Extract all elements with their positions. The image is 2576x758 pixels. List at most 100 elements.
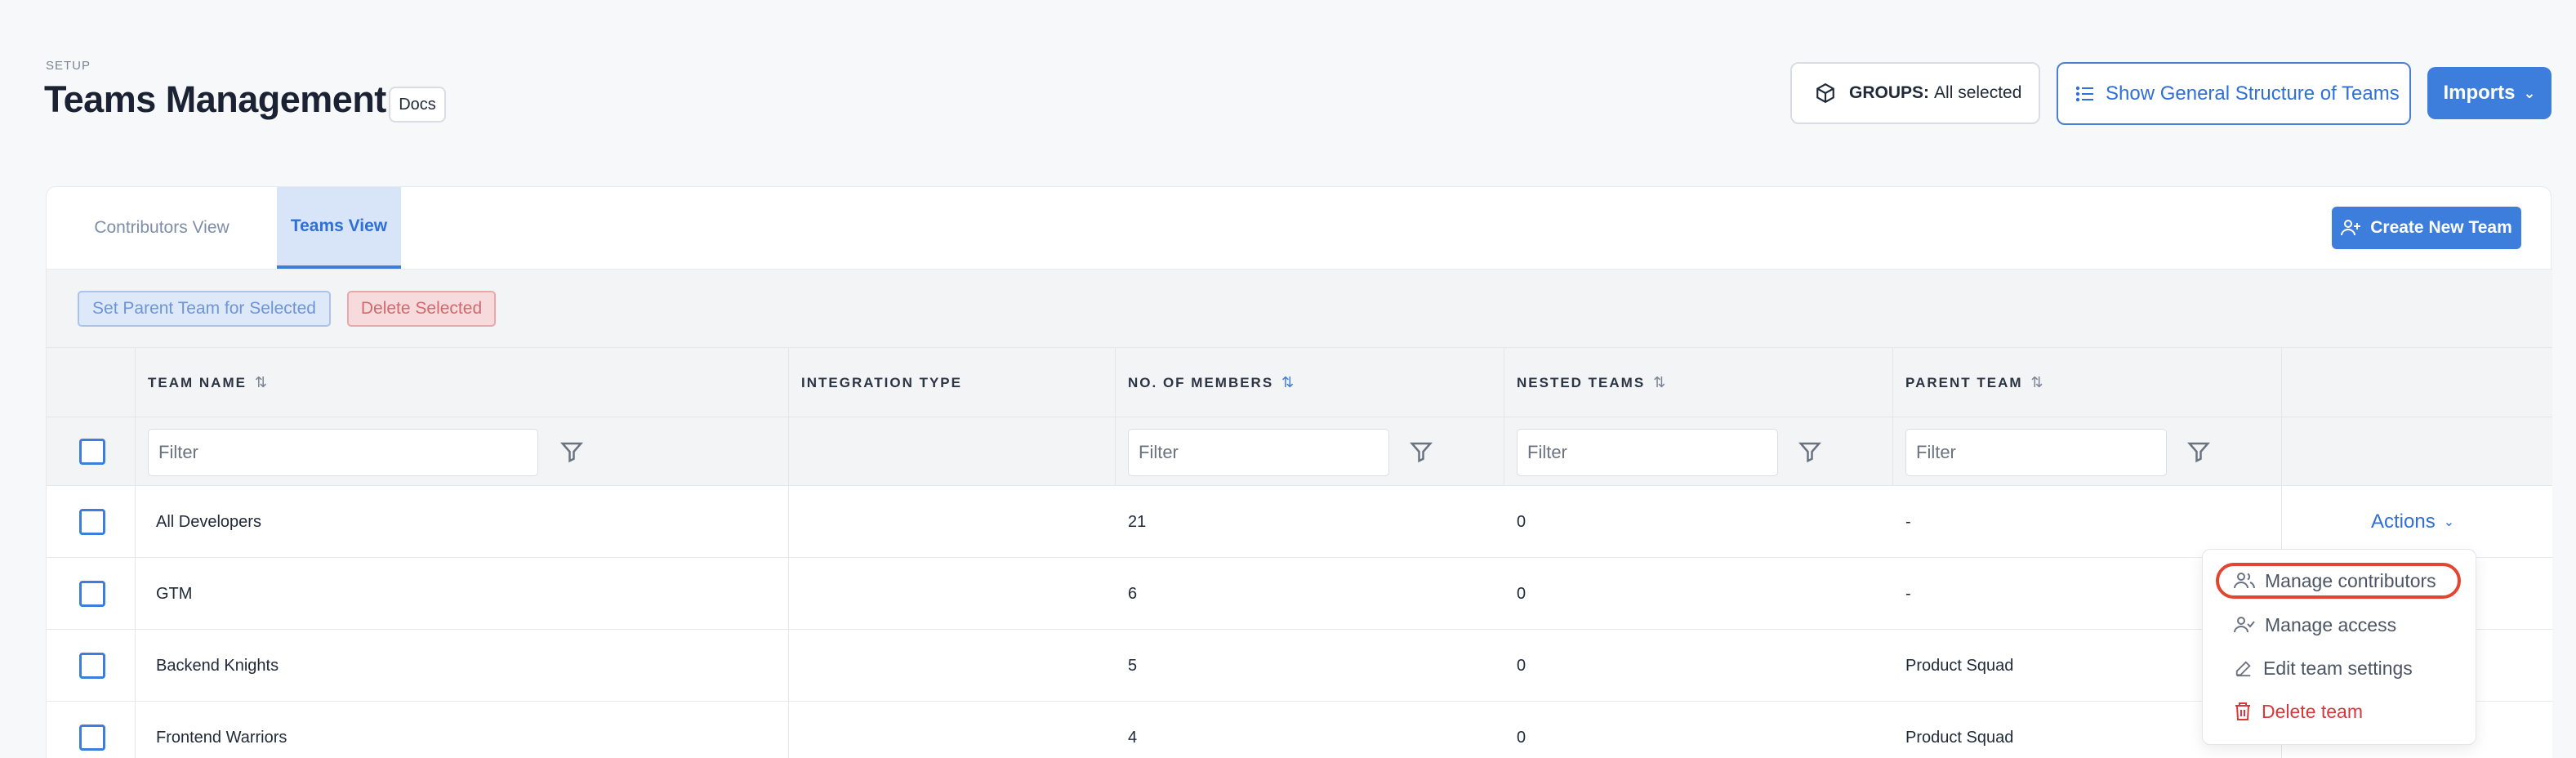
column-header-label: NESTED TEAMS (1517, 374, 1646, 390)
list-icon (2076, 86, 2093, 101)
column-divider (2281, 348, 2282, 417)
imports-button[interactable]: Imports ⌄ (2427, 67, 2551, 119)
select-all-checkbox[interactable] (79, 439, 105, 465)
parent-team-cell: Product Squad (1905, 728, 2014, 747)
column-divider (135, 558, 136, 630)
column-divider (135, 702, 136, 758)
team-name-filter-input[interactable]: Filter (148, 429, 538, 476)
table-header: TEAM NAME ⇅ INTEGRATION TYPE NO. OF MEMB… (47, 347, 2552, 417)
trash-icon (2235, 702, 2250, 720)
groups-value: All selected (1934, 83, 2022, 102)
column-header-label: TEAM NAME (148, 374, 247, 390)
show-structure-label: Show General Structure of Teams (2106, 82, 2400, 105)
parent-team-cell: - (1905, 584, 1911, 603)
column-divider (788, 348, 789, 417)
actions-label: Actions (2371, 511, 2436, 533)
column-divider (788, 702, 789, 758)
column-divider (1115, 417, 1116, 487)
cube-icon (1816, 82, 1834, 104)
column-divider (1892, 348, 1893, 417)
members-cell: 4 (1128, 728, 1138, 747)
menu-item-edit-team-settings[interactable]: Edit team settings (2217, 650, 2413, 686)
users-icon (2234, 573, 2255, 589)
table-row[interactable]: All Developers 21 0 - Actions ⌄ (47, 486, 2552, 558)
user-plus-icon (2341, 220, 2361, 236)
menu-item-manage-contributors[interactable]: Manage contributors (2217, 563, 2436, 599)
table-row[interactable]: GTM 6 0 - (47, 558, 2552, 630)
row-checkbox[interactable] (79, 725, 105, 751)
column-header-members[interactable]: NO. OF MEMBERS ⇅ (1128, 348, 1294, 417)
column-divider (1115, 348, 1116, 417)
menu-item-label: Edit team settings (2263, 657, 2413, 679)
filter-funnel-icon[interactable] (1409, 439, 1433, 465)
row-checkbox[interactable] (79, 581, 105, 607)
column-divider (788, 558, 789, 630)
delete-selected-button[interactable]: Delete Selected (347, 291, 496, 327)
groups-filter-button[interactable]: GROUPS: All selected (1790, 62, 2040, 124)
row-checkbox[interactable] (79, 653, 105, 679)
column-header-label: INTEGRATION TYPE (801, 374, 962, 390)
filter-row: Filter Filter Filter Filter (47, 417, 2552, 487)
actions-menu: Manage contributors Manage access Edit t… (2202, 549, 2476, 745)
menu-item-manage-access[interactable]: Manage access (2217, 607, 2396, 643)
members-cell: 21 (1128, 512, 1147, 531)
user-check-icon (2234, 617, 2255, 633)
column-divider (135, 348, 136, 417)
column-header-label: PARENT TEAM (1905, 374, 2023, 390)
column-divider (788, 630, 789, 702)
column-header-team-name[interactable]: TEAM NAME ⇅ (148, 348, 267, 417)
imports-label: Imports (2443, 82, 2516, 104)
team-name-cell: All Developers (156, 512, 261, 531)
chevron-down-icon: ⌄ (2523, 84, 2536, 101)
column-divider (135, 630, 136, 702)
row-actions-dropdown[interactable]: Actions ⌄ (2371, 486, 2454, 558)
filter-funnel-icon[interactable] (2186, 439, 2211, 465)
nested-teams-filter-input[interactable]: Filter (1517, 429, 1778, 476)
members-filter-input[interactable]: Filter (1128, 429, 1389, 476)
team-name-cell: GTM (156, 584, 193, 603)
filter-funnel-icon[interactable] (1798, 439, 1822, 465)
filter-funnel-icon[interactable] (559, 439, 584, 465)
column-divider (2281, 417, 2282, 487)
members-cell: 6 (1128, 584, 1138, 603)
column-divider (135, 417, 136, 487)
bulk-actions-toolbar: Set Parent Team for Selected Delete Sele… (47, 269, 2552, 347)
nested-teams-cell: 0 (1517, 584, 1526, 603)
sort-icon[interactable]: ⇅ (255, 374, 267, 391)
set-parent-team-button[interactable]: Set Parent Team for Selected (78, 291, 331, 327)
create-new-team-button[interactable]: Create New Team (2332, 207, 2521, 249)
sort-desc-icon[interactable]: ⇅ (1281, 374, 1294, 391)
menu-item-label: Manage access (2265, 613, 2397, 635)
column-divider (135, 486, 136, 558)
docs-link[interactable]: Docs (389, 87, 446, 123)
pencil-icon (2235, 661, 2251, 677)
column-header-label: NO. OF MEMBERS (1128, 374, 1274, 390)
column-header-nested-teams[interactable]: NESTED TEAMS ⇅ (1517, 348, 1665, 417)
table-row[interactable]: Backend Knights 5 0 Product Squad (47, 630, 2552, 702)
parent-team-cell: - (1905, 512, 1911, 531)
row-checkbox[interactable] (79, 509, 105, 535)
show-structure-button[interactable]: Show General Structure of Teams (2057, 62, 2411, 125)
sort-icon[interactable]: ⇅ (1653, 374, 1665, 391)
column-divider (1892, 417, 1893, 487)
sort-icon[interactable]: ⇅ (2031, 374, 2043, 391)
parent-team-filter-input[interactable]: Filter (1905, 429, 2167, 476)
breadcrumb: SETUP (46, 59, 91, 73)
nested-teams-cell: 0 (1517, 728, 1526, 747)
menu-item-label: Manage contributors (2265, 569, 2436, 591)
column-divider (2281, 486, 2282, 558)
tab-contributors-view[interactable]: Contributors View (47, 187, 277, 269)
menu-item-delete-team[interactable]: Delete team (2217, 693, 2363, 729)
page-title: Teams Management (44, 78, 386, 120)
nested-teams-cell: 0 (1517, 656, 1526, 675)
chevron-down-icon: ⌄ (2443, 515, 2455, 529)
tab-teams-view[interactable]: Teams View (277, 187, 401, 269)
column-divider (788, 417, 789, 487)
column-header-parent-team[interactable]: PARENT TEAM ⇅ (1905, 348, 2043, 417)
teams-card: Contributors View Teams View Create New … (46, 186, 2552, 758)
table-row[interactable]: Frontend Warriors 4 0 Product Squad Acti… (47, 702, 2552, 758)
parent-team-cell: Product Squad (1905, 656, 2014, 675)
groups-label: GROUPS: (1849, 83, 1930, 102)
team-name-cell: Backend Knights (156, 656, 279, 675)
column-divider (788, 486, 789, 558)
